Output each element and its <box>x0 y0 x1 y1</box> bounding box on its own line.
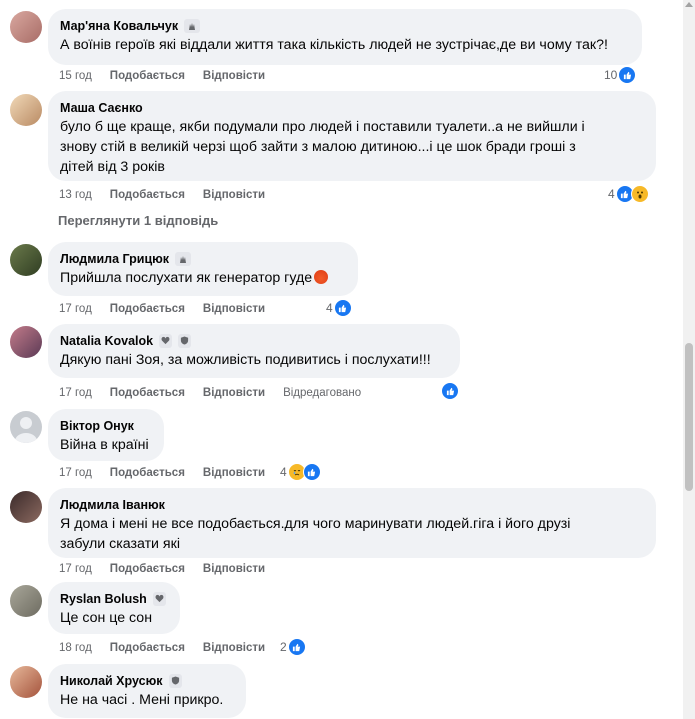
like-reaction-icon <box>441 382 459 400</box>
reaction-summary[interactable]: 4 <box>280 463 321 481</box>
like-link[interactable]: Подобається <box>110 467 185 479</box>
comment-author[interactable]: Natalia Kovalok <box>60 334 153 348</box>
comment-time[interactable]: 17 год <box>59 303 92 315</box>
comment-text-line: було б ще краще, якби подумали про людей… <box>60 119 585 135</box>
like-link[interactable]: Подобається <box>110 387 185 399</box>
reply-link[interactable]: Відповісти <box>203 642 265 654</box>
reaction-count: 10 <box>604 68 618 82</box>
comment-time[interactable]: 13 год <box>59 189 92 201</box>
comment-time[interactable]: 17 год <box>59 467 92 479</box>
comment-text: Не на часі . Мені прикро. <box>60 692 224 708</box>
avatar[interactable] <box>10 244 42 276</box>
comment-text: Прийшла послухати як генератор гуде <box>60 268 346 288</box>
default-avatar-icon <box>15 417 37 443</box>
reply-link[interactable]: Відповісти <box>203 70 265 82</box>
reaction-summary[interactable]: 4 <box>326 299 352 317</box>
reply-link[interactable]: Відповісти <box>203 563 265 575</box>
avatar[interactable] <box>10 585 42 617</box>
reaction-count: 4 <box>608 187 615 201</box>
comment-text-line: дітей від 3 років <box>60 159 165 175</box>
like-reaction-icon <box>302 463 321 481</box>
comment-bubble: Маша Саєнко було б ще краще, якби подума… <box>48 91 656 181</box>
comment-text-line: Я дома і мені не все подобається.для чог… <box>60 516 571 532</box>
scrollbar-thumb[interactable] <box>685 343 693 491</box>
comment-author[interactable]: Николай Хрусюк <box>60 674 163 688</box>
comment-author[interactable]: Мар'яна Ковальчук <box>60 19 178 33</box>
avatar[interactable] <box>10 94 42 126</box>
view-replies-link[interactable]: Переглянути 1 відповідь <box>58 213 218 228</box>
comment-author[interactable]: Маша Саєнко <box>60 101 143 115</box>
edited-label[interactable]: Відредаговано <box>283 387 361 399</box>
avatar[interactable] <box>10 326 42 358</box>
like-link[interactable]: Подобається <box>110 70 185 82</box>
wow-reaction-icon <box>630 185 649 203</box>
scroll-up-arrow-icon[interactable] <box>685 2 693 7</box>
fan-icon[interactable] <box>184 18 201 33</box>
comment-text: Дякую пані Зоя, за можливість подивитись… <box>60 352 431 368</box>
like-reaction-icon <box>333 299 352 317</box>
comment-bubble: Natalia Kovalok Дякую пані Зоя, за можли… <box>48 324 460 378</box>
comment-meta: 13 год Подобається Відповісти <box>59 187 283 203</box>
like-link[interactable]: Подобається <box>110 303 185 315</box>
comment-meta: 17 год Подобається Відповісти Відредагов… <box>59 385 379 401</box>
comment-time[interactable]: 17 год <box>59 387 92 399</box>
angry-emoji-icon <box>314 270 329 284</box>
comment-text: Це сон це сон <box>60 610 153 626</box>
comment-text-content: Прийшла послухати як генератор гуде <box>60 270 313 286</box>
comment-bubble: Людмила Іванюк Я дома і мені не все подо… <box>48 488 656 558</box>
reply-link[interactable]: Відповісти <box>203 387 265 399</box>
shield-badge-icon[interactable] <box>178 333 192 348</box>
comment-text: Війна в країні <box>60 437 149 453</box>
comment-bubble: Віктор Онук Війна в країні <box>48 409 164 461</box>
avatar[interactable] <box>10 666 42 698</box>
comment-author[interactable]: Людмила Іванюк <box>60 498 165 512</box>
comment-meta: 17 год Подобається Відповісти <box>59 465 283 481</box>
comment-author[interactable]: Ryslan Bolush <box>60 592 147 606</box>
like-link[interactable]: Подобається <box>110 642 185 654</box>
reply-link[interactable]: Відповісти <box>203 467 265 479</box>
heart-badge-icon[interactable] <box>152 591 166 606</box>
reaction-summary[interactable] <box>441 382 459 400</box>
reply-link[interactable]: Відповісти <box>203 303 265 315</box>
comment-bubble: Мар'яна Ковальчук А воїнів героїв які ві… <box>48 9 642 65</box>
reaction-summary[interactable]: 2 <box>280 638 306 656</box>
avatar[interactable] <box>10 491 42 523</box>
comment-text-line: забули сказати які <box>60 536 180 552</box>
like-link[interactable]: Подобається <box>110 189 185 201</box>
shield-badge-icon[interactable] <box>168 673 182 688</box>
reaction-summary[interactable]: 10 <box>604 66 637 84</box>
reaction-count: 2 <box>280 640 287 654</box>
like-reaction-icon <box>287 638 306 656</box>
fan-icon[interactable] <box>175 251 192 266</box>
like-link[interactable]: Подобається <box>110 563 185 575</box>
comment-text: А воїнів героїв які віддали життя така к… <box>60 37 608 53</box>
reaction-count: 4 <box>326 301 333 315</box>
comment-time[interactable]: 17 год <box>59 563 92 575</box>
comment-bubble: Людмила Грицюк Прийшла послухати як гене… <box>48 242 358 296</box>
comment-bubble: Николай Хрусюк Не на часі . Мені прикро. <box>48 664 246 718</box>
comment-author[interactable]: Людмила Грицюк <box>60 252 169 266</box>
reaction-count: 4 <box>280 465 287 479</box>
heart-badge-icon[interactable] <box>159 333 173 348</box>
comment-text-line: знову стій в великій черзі щоб зайти з м… <box>60 139 576 155</box>
like-reaction-icon <box>618 66 637 84</box>
comment-meta: 17 год Подобається Відповісти <box>59 301 283 317</box>
reaction-summary[interactable]: 4 <box>608 185 649 203</box>
avatar[interactable] <box>10 411 42 443</box>
comment-meta: 17 год Подобається Відповісти <box>59 561 283 577</box>
comment-time[interactable]: 18 год <box>59 642 92 654</box>
avatar[interactable] <box>10 11 42 43</box>
reply-link[interactable]: Відповісти <box>203 189 265 201</box>
comment-bubble: Ryslan Bolush Це сон це сон <box>48 582 180 634</box>
comment-author[interactable]: Віктор Онук <box>60 419 134 433</box>
comment-meta: 15 год Подобається Відповісти <box>59 68 283 84</box>
comment-time[interactable]: 15 год <box>59 70 92 82</box>
comment-meta: 18 год Подобається Відповісти <box>59 640 283 656</box>
scrollbar[interactable] <box>683 0 695 719</box>
